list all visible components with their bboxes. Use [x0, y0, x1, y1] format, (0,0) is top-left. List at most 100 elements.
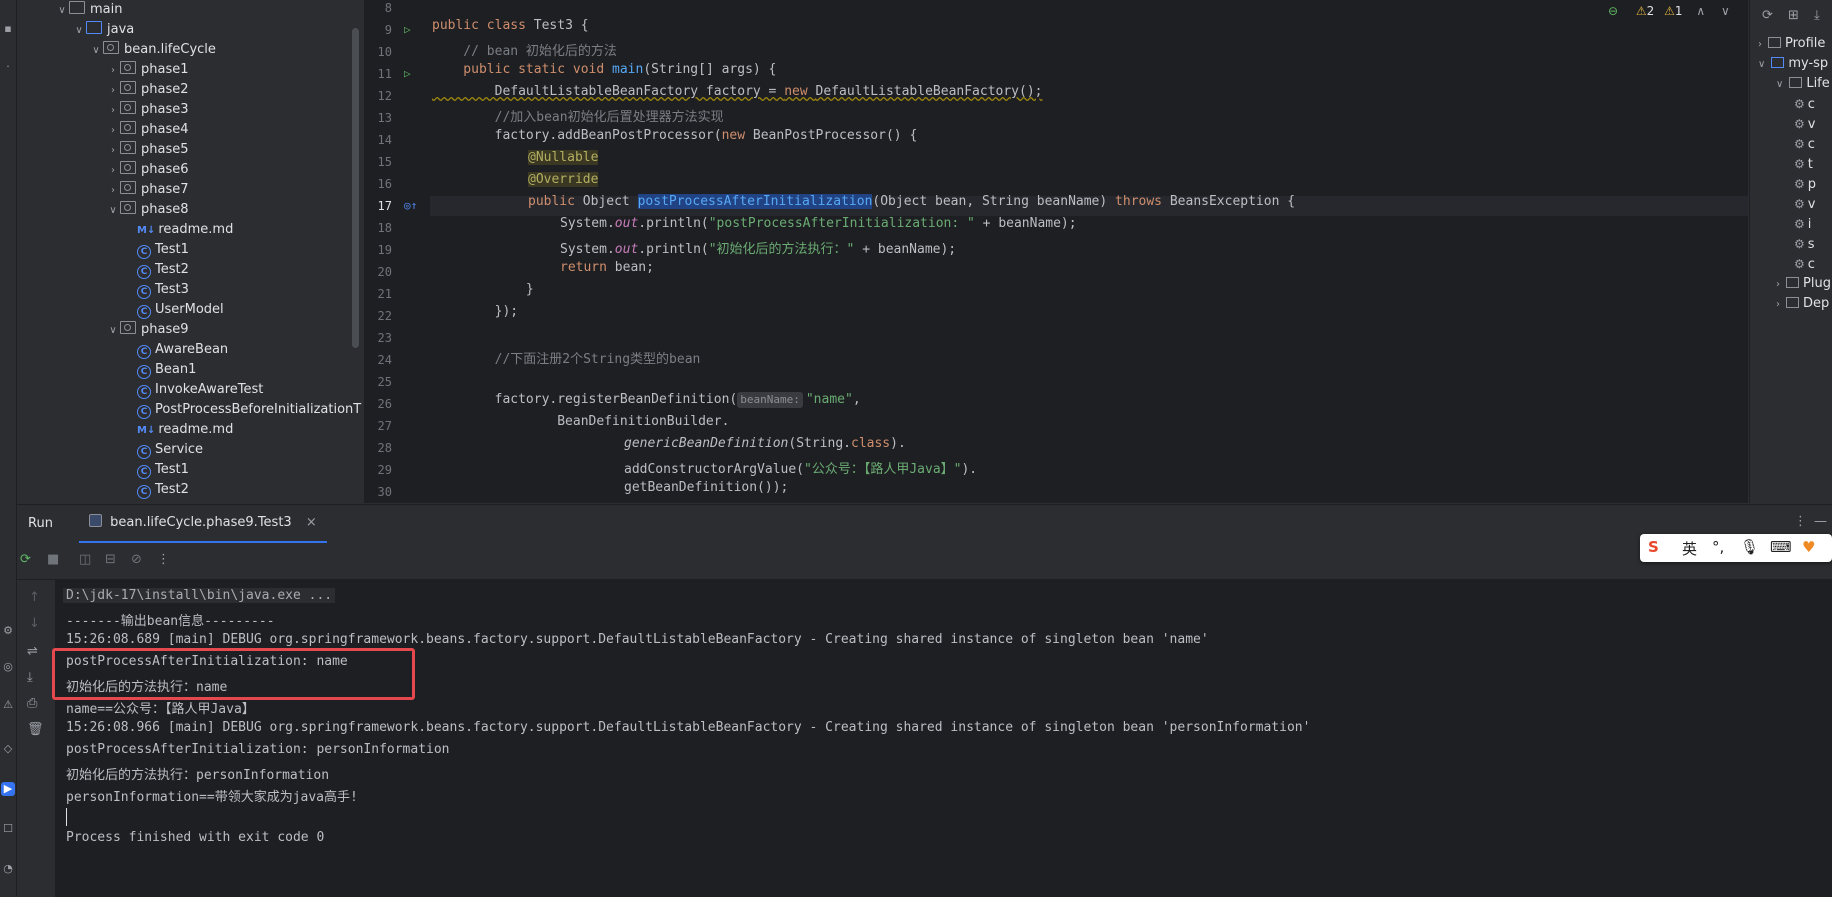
restore-layout-icon[interactable]: ⊟ — [105, 552, 116, 567]
inspection-widget[interactable]: ⊖ ⚠2 ⚠1 ∧ ∨ — [1608, 4, 1730, 18]
chevron-right-icon[interactable]: › — [1776, 299, 1780, 310]
chevron-down-icon[interactable]: ∨ — [72, 21, 86, 41]
git-tool-icon[interactable]: ◇ — [1, 742, 15, 756]
console-output[interactable]: D:\jdk-17\install\bin\java.exe ... ------… — [56, 580, 1832, 897]
close-tab-icon[interactable]: × — [306, 515, 317, 530]
chevron-right-icon[interactable]: › — [1776, 279, 1780, 290]
maven-tree-item[interactable]: ⚙ p — [1794, 174, 1816, 194]
todo-tool-icon[interactable]: ☐ — [1, 822, 15, 836]
run-gutter-icon[interactable]: ▷ — [404, 23, 411, 36]
tree-item[interactable]: ∨ bean.lifeCycle — [89, 40, 216, 60]
services-tool-icon[interactable]: ⚙ — [1, 624, 15, 638]
chevron-right-icon[interactable]: › — [106, 61, 120, 81]
tree-item[interactable]: › phase6 — [106, 160, 189, 180]
more-tools-icon[interactable]: · — [1, 60, 15, 74]
maven-tree-item[interactable]: › Profile — [1758, 34, 1825, 54]
tree-item[interactable]: C Test1 — [123, 240, 189, 260]
clear-all-icon[interactable]: 🗑 — [27, 722, 44, 737]
tree-item[interactable]: › phase2 — [106, 80, 189, 100]
run-tab[interactable]: bean.lifeCycle.phase9.Test3 × — [79, 505, 327, 543]
tree-item[interactable]: › phase5 — [106, 140, 189, 160]
chevron-right-icon[interactable]: › — [106, 181, 120, 201]
chevron-right-icon[interactable]: › — [106, 81, 120, 101]
camera-icon[interactable]: ◫ — [79, 552, 91, 567]
tree-item[interactable]: C Bean1 — [123, 360, 196, 380]
tree-item[interactable]: C Test2 — [123, 260, 189, 280]
maven-tree-item[interactable]: › Dep — [1776, 294, 1829, 314]
tree-item[interactable]: C InvokeAwareTest — [123, 380, 263, 400]
maven-tree-item[interactable]: › Plug — [1776, 274, 1831, 294]
generate-sources-icon[interactable]: ⊞ — [1788, 8, 1799, 23]
tree-item[interactable]: C Service — [123, 440, 203, 460]
project-tool-icon[interactable]: ▪ — [1, 22, 15, 36]
reload-icon[interactable]: ⟳ — [1762, 8, 1773, 23]
tree-item[interactable]: ∨ main — [55, 0, 122, 20]
keyboard-icon[interactable]: ⌨ — [1770, 538, 1792, 556]
tree-item[interactable]: C PostProcessBeforeInitializationT — [123, 400, 361, 420]
chevron-down-icon[interactable]: ∨ — [1758, 59, 1765, 70]
scroll-to-end-icon[interactable]: ⤓ — [27, 670, 33, 685]
maven-tree-item[interactable]: ⚙ c — [1794, 94, 1815, 114]
punctuation-icon[interactable]: °, — [1712, 538, 1724, 556]
tree-item[interactable]: ∨ java — [72, 20, 134, 40]
tree-item[interactable]: C Test2 — [123, 480, 189, 500]
tree-item[interactable]: C Test3 — [123, 280, 189, 300]
tree-item[interactable]: C Test1 — [123, 460, 189, 480]
chevron-right-icon[interactable]: › — [1758, 39, 1762, 50]
project-tree-scrollbar[interactable] — [352, 28, 359, 348]
maven-tree-item[interactable]: ⚙ t — [1794, 154, 1813, 174]
tree-item[interactable]: › phase4 — [106, 120, 189, 140]
notifications-tool-icon[interactable]: ◔ — [1, 862, 15, 876]
code-editor[interactable]: 8 9 10 11 12 13 14 15 16 17 18 19 20 21 22 23 24 25 26 27 28… — [364, 0, 1748, 503]
maven-tree-item[interactable]: ⚙ i — [1794, 214, 1811, 234]
tree-item[interactable]: › phase7 — [106, 180, 189, 200]
chevron-right-icon[interactable]: › — [106, 121, 120, 141]
tree-item[interactable]: C AwareBean — [123, 340, 228, 360]
chevron-right-icon[interactable]: › — [106, 141, 120, 161]
terminal-tool-icon[interactable]: ◎ — [1, 660, 15, 674]
more-actions-icon[interactable]: ⋮ — [157, 552, 170, 567]
download-icon[interactable]: ⤓ — [1814, 8, 1820, 23]
print-icon[interactable]: ⎙ — [27, 696, 37, 711]
tree-item[interactable]: › phase1 — [106, 60, 189, 80]
tree-item[interactable]: M↓ readme.md — [123, 220, 233, 240]
maven-tree-item[interactable]: ∨ my-sp — [1758, 54, 1828, 74]
ime-mode-label[interactable]: 英 — [1682, 538, 1697, 559]
run-tool-icon[interactable]: ▶ — [1, 782, 15, 796]
chevron-down-icon[interactable]: ∨ — [106, 201, 120, 221]
chevron-right-icon[interactable]: › — [106, 161, 120, 181]
chevron-down-icon[interactable]: ∨ — [55, 1, 69, 21]
maven-tree-item[interactable]: ⚙ c — [1794, 134, 1815, 154]
run-gutter-icon[interactable]: ▷ — [404, 67, 411, 80]
chevron-down-icon[interactable]: ∨ — [106, 321, 120, 341]
tree-item[interactable]: ∨ phase8 — [106, 200, 189, 220]
problems-tool-icon[interactable]: ⚠ — [1, 698, 15, 712]
run-label: Run — [28, 516, 53, 531]
skin-icon[interactable]: ♥ — [1802, 538, 1815, 556]
maven-tree-item[interactable]: ⚙ c — [1794, 254, 1815, 274]
maven-tree-item[interactable]: ∨ Life — [1776, 74, 1830, 94]
tree-item[interactable]: C UserModel — [123, 300, 224, 320]
previous-highlight-icon[interactable]: ∧ — [1696, 4, 1705, 18]
maven-tree-item[interactable]: ⚙ v — [1794, 114, 1815, 134]
minimize-icon[interactable]: — — [1814, 514, 1827, 529]
maven-tree-item[interactable]: ⚙ s — [1794, 234, 1815, 254]
tree-item[interactable]: › phase3 — [106, 100, 189, 120]
rerun-icon[interactable]: ⟳ — [20, 552, 31, 567]
microphone-icon[interactable]: 🎙 — [1740, 538, 1759, 556]
down-arrow-icon[interactable]: ↓ — [29, 616, 40, 631]
override-gutter-icon[interactable]: ◎↑ — [404, 199, 417, 212]
next-highlight-icon[interactable]: ∨ — [1721, 4, 1730, 18]
chevron-right-icon[interactable]: › — [106, 101, 120, 121]
code-line-9: public class Test3 { — [432, 18, 589, 33]
tree-item[interactable]: ∨ phase9 — [106, 320, 189, 340]
chevron-down-icon[interactable]: ∨ — [89, 41, 103, 61]
stop-icon[interactable]: ■ — [47, 552, 59, 567]
soft-wrap-icon[interactable]: ⇌ — [27, 644, 38, 659]
tree-item[interactable]: M↓ readme.md — [123, 420, 233, 440]
up-arrow-icon[interactable]: ↑ — [29, 590, 40, 605]
more-options-icon[interactable]: ⋮ — [1794, 514, 1807, 529]
chevron-down-icon[interactable]: ∨ — [1776, 79, 1783, 90]
maven-tree-item[interactable]: ⚙ v — [1794, 194, 1815, 214]
debug-attach-icon[interactable]: ⊘ — [131, 552, 142, 567]
